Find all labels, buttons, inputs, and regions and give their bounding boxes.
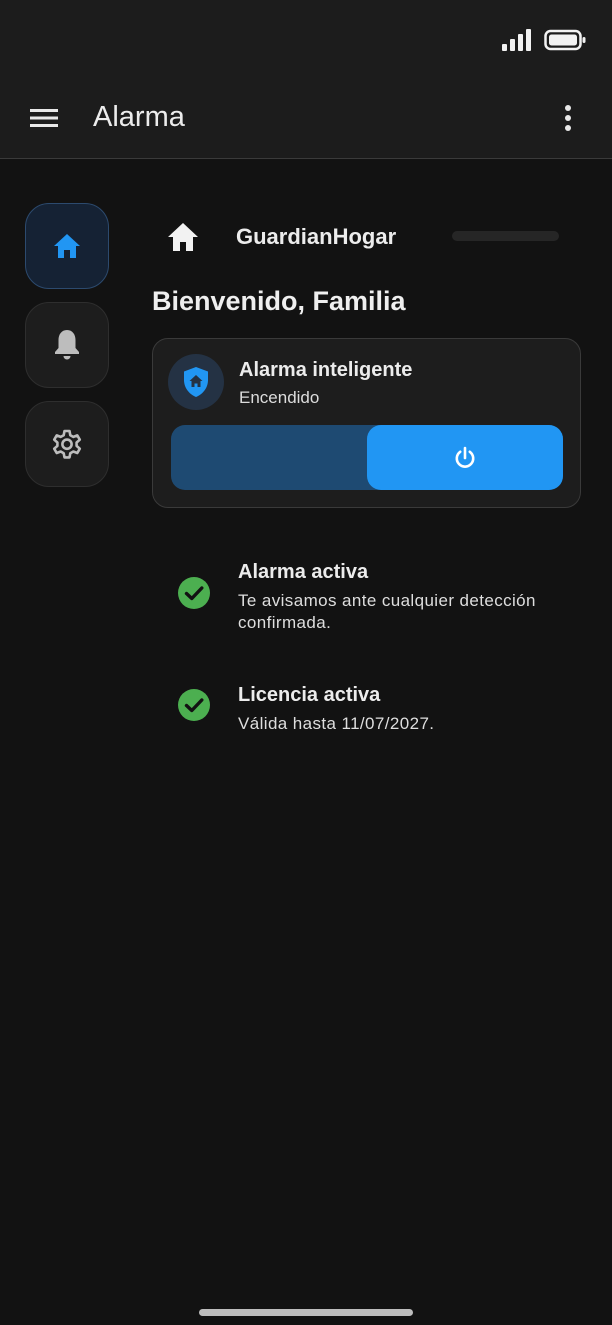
check-circle-icon <box>178 689 210 721</box>
nav-settings-button[interactable] <box>25 401 109 487</box>
alarm-card: Alarma inteligente Encendido <box>152 338 581 508</box>
status-description: Te avisamos ante cualquier detección con… <box>238 591 536 632</box>
navigation-rail <box>25 203 109 500</box>
alarm-card-status: Encendido <box>239 388 320 407</box>
nav-notifications-button[interactable] <box>25 302 109 388</box>
home-icon <box>168 223 198 251</box>
shield-home-icon <box>184 367 208 397</box>
home-indicator[interactable] <box>199 1309 413 1316</box>
status-bar <box>0 0 612 78</box>
bell-icon <box>55 330 79 360</box>
status-item-alarm: Alarma activa Te avisamos ante cualquier… <box>176 559 596 639</box>
check-circle-icon <box>178 577 210 609</box>
alarm-card-title: Alarma inteligente <box>239 359 413 381</box>
brand-header: GuardianHogar <box>165 216 565 258</box>
nav-home-button[interactable] <box>25 203 109 289</box>
page-title: Alarma <box>93 101 185 133</box>
status-title: Licencia activa <box>238 684 381 706</box>
loading-placeholder-bar <box>452 231 559 241</box>
more-vert-icon <box>565 105 571 131</box>
menu-button[interactable] <box>24 100 64 136</box>
alarm-power-toggle[interactable] <box>171 425 563 490</box>
app-bar: Alarma <box>0 78 612 159</box>
more-options-button[interactable] <box>552 98 584 138</box>
home-icon <box>54 234 80 258</box>
welcome-heading: Bienvenido, Familia <box>152 286 406 316</box>
alarm-avatar <box>168 354 224 410</box>
power-icon <box>455 446 475 468</box>
gear-icon <box>52 429 82 459</box>
toggle-knob[interactable] <box>367 425 563 490</box>
status-title: Alarma activa <box>238 561 369 583</box>
status-item-license: Licencia activa Válida hasta 11/07/2027. <box>176 682 596 742</box>
brand-name: GuardianHogar <box>236 224 397 249</box>
menu-icon <box>30 109 58 127</box>
status-description: Válida hasta 11/07/2027. <box>238 714 435 733</box>
signal-icon <box>502 29 531 51</box>
battery-icon <box>544 29 586 51</box>
